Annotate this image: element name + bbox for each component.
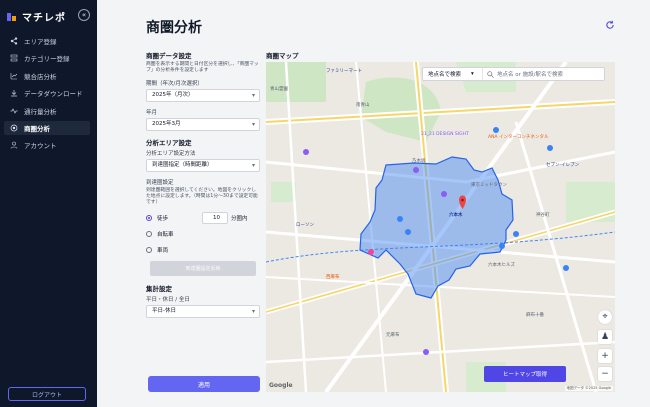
collapse-sidebar-button[interactable]: « xyxy=(78,9,90,21)
graph-icon xyxy=(10,72,18,80)
sidebar-item-area[interactable]: エリア登録 xyxy=(4,34,90,48)
sidebar-item-label: 商圏分析 xyxy=(24,124,50,133)
sidebar-item-trade-area[interactable]: 商圏分析 xyxy=(4,120,90,135)
user-icon xyxy=(10,142,18,149)
month-value: 2025年3月 xyxy=(152,121,181,127)
map-attribution[interactable]: 地図データ ©2025 Google xyxy=(564,386,613,391)
sidebar-item-competitor[interactable]: 競合店分析 xyxy=(4,69,90,83)
method-label: 分析エリア設定方法 xyxy=(146,151,196,157)
search-mode-select[interactable]: 地点名で検索 ▾ xyxy=(423,68,483,80)
map-search-input[interactable]: 地点名 or 施設/駅名で検索 xyxy=(483,70,563,78)
map-search-bar: 地点名で検索 ▾ 地点名 or 施設/駅名で検索 xyxy=(422,67,605,81)
day-select[interactable]: 平日-休日 ▾ xyxy=(146,305,260,318)
map-view[interactable]: 乃木坂 六本木 21_21 DESIGN SIGHT ANA インターコンチネン… xyxy=(266,62,615,392)
map-label: 南青山 xyxy=(356,103,370,108)
option-label: 徒歩 xyxy=(157,216,169,222)
chevron-down-icon: ▾ xyxy=(251,162,255,169)
chevron-down-icon: ▾ xyxy=(251,121,255,128)
day-label: 平日・休日 / 全日 xyxy=(146,297,190,303)
zoom-in-button[interactable]: + xyxy=(598,349,612,363)
sidebar-item-label: 通行量分析 xyxy=(24,107,57,116)
apply-button[interactable]: 適用 xyxy=(148,376,260,392)
data-settings-description: 商圏を表示する期間と日付区分を選択し、「商圏マップ」の分析条件を設定します xyxy=(146,62,259,73)
pulse-icon xyxy=(10,107,18,114)
reach-label: 到達圏設定 xyxy=(146,180,174,186)
pegman-icon[interactable]: ♟ xyxy=(598,330,612,344)
sidebar-item-traffic[interactable]: 通行量分析 xyxy=(4,104,90,118)
brand: マチレポ xyxy=(6,9,66,24)
refresh-icon[interactable] xyxy=(605,20,615,30)
radio-bicycle[interactable] xyxy=(146,231,152,237)
map-label: 西麻布 xyxy=(326,275,340,280)
logout-button[interactable]: ログアウト xyxy=(8,387,86,401)
map-label: ローソン xyxy=(296,223,314,228)
share-icon xyxy=(10,37,18,45)
sidebar-item-label: 競合店分析 xyxy=(24,72,57,81)
search-mode-value: 地点名で検索 xyxy=(428,72,462,78)
map-label: ファミリーマート xyxy=(326,69,362,74)
period-label: 期間（年次/月次選択） xyxy=(146,81,203,87)
option-label: 車両 xyxy=(157,248,169,254)
sidebar-item-category[interactable]: カテゴリー登録 xyxy=(4,51,90,65)
option-label: 自転車 xyxy=(157,232,174,238)
map-label: 元麻布 xyxy=(386,333,400,338)
download-icon xyxy=(11,90,17,97)
chevron-down-icon: ▾ xyxy=(471,71,474,77)
chevron-down-icon: ▾ xyxy=(251,308,255,315)
map-label: 21_21 DESIGN SIGHT xyxy=(421,132,469,137)
map-label: 東京ミッドタウン xyxy=(471,183,507,188)
search-placeholder: 地点名 or 施設/駅名で検索 xyxy=(497,72,563,78)
map-label: 青山霊園 xyxy=(270,87,288,92)
area-settings-title: 分析エリア設定 xyxy=(146,139,192,147)
day-value: 平日-休日 xyxy=(152,308,176,314)
map-label: 麻布十番 xyxy=(526,313,544,318)
sidebar-item-label: アカウント xyxy=(24,142,57,151)
data-settings-title: 商圏データ設定 xyxy=(146,52,192,60)
option-bicycle[interactable]: 自転車 xyxy=(146,227,260,241)
aggregate-settings-title: 集計設定 xyxy=(146,285,172,293)
map-label: 六本木ヒルズ xyxy=(488,263,515,268)
minutes-input[interactable]: 10 xyxy=(202,212,229,224)
month-label: 年月 xyxy=(146,110,158,116)
radio-car[interactable] xyxy=(146,247,152,253)
map-canvas[interactable] xyxy=(266,62,615,392)
layers-icon xyxy=(10,55,18,62)
map-label: セブン-イレブン xyxy=(546,163,580,168)
map-label: 六本木 xyxy=(449,213,463,218)
sidebar-item-download[interactable]: データダウンロード xyxy=(4,86,90,100)
settings-panel: 商圏データ設定 商圏を表示する期間と日付区分を選択し、「商圏マップ」の分析条件を… xyxy=(146,50,260,324)
sidebar-item-label: データダウンロード xyxy=(24,90,83,99)
logo-icon xyxy=(7,12,16,21)
google-logo: Google xyxy=(269,382,293,389)
sidebar-item-label: カテゴリー登録 xyxy=(24,55,70,64)
month-select[interactable]: 2025年3月 ▾ xyxy=(146,118,260,131)
option-walk[interactable]: 徒歩 10 分圏内 xyxy=(146,211,260,225)
sidebar: マチレポ « エリア登録 カテゴリー登録 競合店分析 データダウンロード 通行量… xyxy=(0,0,97,407)
sidebar-item-label: エリア登録 xyxy=(24,38,57,46)
method-value: 到達圏指定（時間距離） xyxy=(152,162,213,168)
my-location-button[interactable]: ⌖ xyxy=(598,310,612,324)
heatmap-button[interactable]: ヒートマップ取得 xyxy=(484,366,566,382)
search-icon xyxy=(487,70,494,78)
period-select[interactable]: 2025年（月次） ▾ xyxy=(146,89,260,102)
sidebar-nav: エリア登録 カテゴリー登録 競合店分析 データダウンロード 通行量分析 商圏分析… xyxy=(4,34,90,156)
app-name: マチレポ xyxy=(22,13,66,24)
sidebar-item-account[interactable]: アカウント xyxy=(4,138,90,152)
method-select[interactable]: 到達圏指定（時間距離） ▾ xyxy=(146,159,260,172)
apply-reach-button[interactable]: 到達圏設定反映 xyxy=(150,261,256,276)
radio-walk[interactable] xyxy=(146,215,152,221)
map-label: ANA インターコンチネンタル xyxy=(488,135,549,140)
chevron-down-icon: ▾ xyxy=(251,92,255,99)
zoom-out-button[interactable]: − xyxy=(598,367,612,381)
reach-description: 到達圏範囲を選択してください。地図をクリックした地点に設定します。（時間は1分〜… xyxy=(146,188,258,205)
map-label: 神谷町 xyxy=(536,213,550,218)
map-title: 商圏マップ xyxy=(266,52,299,60)
period-value: 2025年（月次） xyxy=(152,92,194,98)
map-label: 乃木坂 xyxy=(412,159,426,164)
target-icon xyxy=(10,124,18,132)
page-title: 商圏分析 xyxy=(146,20,202,36)
minutes-unit: 分圏内 xyxy=(231,216,248,222)
option-car[interactable]: 車両 xyxy=(146,243,260,257)
